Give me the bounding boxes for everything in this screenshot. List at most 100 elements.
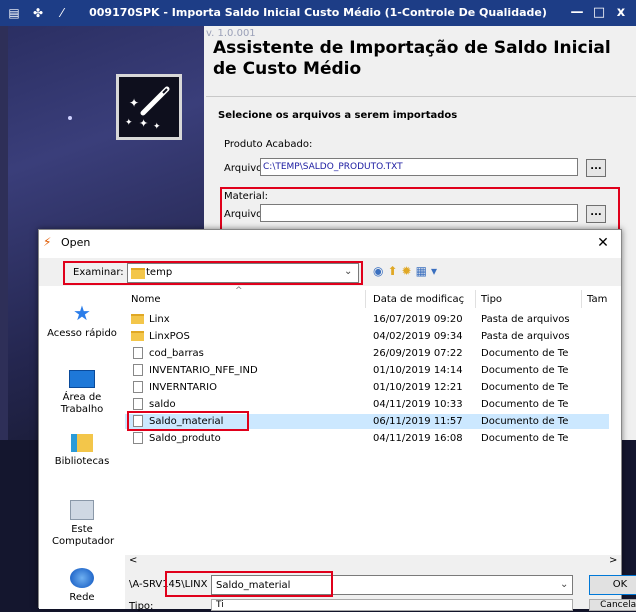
text-file-icon	[133, 364, 143, 376]
file-type: Documento de Te	[481, 365, 569, 376]
places-bar: ★ Acesso rápido Área de Trabalho Bibliot…	[39, 288, 125, 609]
app-title: 009170SPK - Importa Saldo Inicial Custo …	[89, 6, 547, 19]
column-separator	[475, 290, 476, 308]
place-label: Este Computador	[52, 524, 115, 547]
place-label: Rede	[69, 592, 95, 603]
dialog-title: Open	[61, 236, 91, 249]
file-name: Saldo_produto	[149, 433, 221, 444]
magic-wand-icon: ✦ ✦ ✦ ✦	[116, 74, 182, 140]
libraries-icon	[71, 434, 93, 452]
column-header-name[interactable]: Nome	[131, 294, 161, 305]
sort-arrow-icon: ^	[235, 286, 243, 296]
select-files-label: Selecione os arquivos a serem importados	[218, 110, 458, 121]
close-button[interactable]: x	[610, 4, 632, 22]
file-name: INVENTARIO_NFE_IND	[149, 365, 258, 376]
place-computer[interactable]: Este Computador	[39, 500, 125, 548]
text-file-icon	[133, 432, 143, 444]
dialog-toolbar: ◉⬆✹▦▾	[373, 264, 441, 278]
file-row[interactable]: INVENTARIO_NFE_IND 01/10/2019 14:14 Docu…	[125, 363, 609, 378]
app-logo-icon: ⚡	[43, 235, 52, 249]
file-row[interactable]: Linx 16/07/2019 09:20 Pasta de arquivos	[125, 312, 609, 327]
computer-icon	[70, 500, 94, 520]
file-type-select[interactable]: Ti	[211, 599, 573, 611]
highlight-box-selected-file	[127, 411, 249, 431]
new-folder-icon[interactable]: ✹	[402, 264, 416, 278]
cancel-button[interactable]: Cancelar	[589, 599, 636, 611]
file-date: 01/10/2019 12:21	[373, 382, 463, 393]
produto-arquivo-input[interactable]: C:\TEMP\SALDO_PRODUTO.TXT	[260, 158, 578, 176]
text-file-icon	[133, 347, 143, 359]
minimize-button[interactable]: —	[566, 4, 588, 22]
divider	[206, 96, 636, 97]
file-type: Documento de Te	[481, 433, 569, 444]
place-desktop[interactable]: Área de Trabalho	[39, 370, 125, 416]
file-type: Documento de Te	[481, 382, 569, 393]
scroll-left-icon[interactable]: <	[129, 555, 137, 566]
file-type: Pasta de arquivos	[481, 331, 570, 342]
dialog-titlebar: ⚡ Open ✕	[39, 230, 621, 256]
open-dialog: ⚡ Open ✕ Examinar: temp ⌄ ◉⬆✹▦▾ ★ Acesso…	[38, 229, 636, 612]
place-quick-access[interactable]: ★ Acesso rápido	[39, 302, 125, 340]
file-date: 01/10/2019 14:14	[373, 365, 463, 376]
desktop-icon	[69, 370, 95, 388]
svg-text:✦: ✦	[139, 117, 148, 130]
file-name: LinxPOS	[149, 331, 190, 342]
file-date: 06/11/2019 11:57	[373, 416, 463, 427]
system-menu-icon[interactable]: ▤	[6, 5, 22, 21]
file-type: Documento de Te	[481, 416, 569, 427]
dialog-footer: \A-SRV145\LINX Saldo_material ⌄ OK Tipo:…	[125, 569, 636, 612]
svg-text:✦: ✦	[125, 118, 133, 128]
network-icon	[70, 568, 94, 588]
text-file-icon	[133, 381, 143, 393]
scroll-right-icon[interactable]: >	[609, 555, 617, 566]
file-row[interactable]: Saldo_produto 04/11/2019 16:08 Documento…	[125, 431, 609, 446]
column-separator	[365, 290, 366, 308]
file-row[interactable]: saldo 04/11/2019 10:33 Documento de Te	[125, 397, 609, 412]
file-date: 04/11/2019 16:08	[373, 433, 463, 444]
file-row[interactable]: LinxPOS 04/02/2019 09:34 Pasta de arquiv…	[125, 329, 609, 344]
svg-text:✦: ✦	[129, 96, 139, 110]
produto-browse-button[interactable]: ...	[586, 159, 606, 177]
place-libraries[interactable]: Bibliotecas	[39, 434, 125, 468]
file-date: 04/11/2019 10:33	[373, 399, 463, 410]
star-icon: ★	[73, 301, 91, 325]
highlight-box-filename	[165, 571, 333, 597]
file-date: 16/07/2019 09:20	[373, 314, 463, 325]
file-name: INVERNTARIO	[149, 382, 217, 393]
column-separator	[581, 290, 582, 308]
ok-button[interactable]: OK	[589, 575, 636, 595]
star-decoration	[68, 116, 72, 120]
file-list: ^ Nome Data de modificaç Tipo Tam Linx 1…	[125, 286, 621, 558]
app-logo-icon: ✤	[32, 6, 44, 20]
file-name: cod_barras	[149, 348, 204, 359]
type-label: Tipo:	[129, 601, 154, 612]
place-label: Acesso rápido	[47, 328, 117, 339]
file-type: Documento de Te	[481, 348, 569, 359]
pin-icon[interactable]: ⁄	[54, 5, 70, 21]
column-header-date[interactable]: Data de modificaç	[373, 294, 464, 305]
highlight-box-folder	[63, 261, 363, 285]
horizontal-scrollbar[interactable]: < >	[125, 555, 621, 569]
file-row[interactable]: INVERNTARIO 01/10/2019 12:21 Documento d…	[125, 380, 609, 395]
svg-text:✦: ✦	[153, 122, 161, 132]
folder-icon	[131, 331, 144, 341]
place-network[interactable]: Rede	[39, 568, 125, 604]
back-icon[interactable]: ◉	[373, 264, 387, 278]
place-label: Bibliotecas	[54, 456, 110, 467]
file-date: 26/09/2019 07:22	[373, 348, 463, 359]
view-menu-icon[interactable]: ▦▾	[416, 264, 441, 278]
place-label: Área de Trabalho	[60, 392, 104, 415]
column-header-size[interactable]: Tam	[587, 294, 607, 305]
chevron-down-icon[interactable]: ⌄	[560, 579, 568, 590]
file-row[interactable]: cod_barras 26/09/2019 07:22 Documento de…	[125, 346, 609, 361]
produto-acabado-group-label: Produto Acabado:	[224, 139, 313, 150]
dialog-close-button[interactable]: ✕	[591, 232, 615, 254]
up-folder-icon[interactable]: ⬆	[387, 264, 401, 278]
maximize-button[interactable]: □	[588, 4, 610, 22]
file-type: Documento de Te	[481, 399, 569, 410]
file-name: saldo	[149, 399, 176, 410]
file-name: Linx	[149, 314, 170, 325]
folder-icon	[131, 314, 144, 324]
app-titlebar: 009170SPK - Importa Saldo Inicial Custo …	[0, 0, 636, 26]
column-header-type[interactable]: Tipo	[481, 294, 502, 305]
